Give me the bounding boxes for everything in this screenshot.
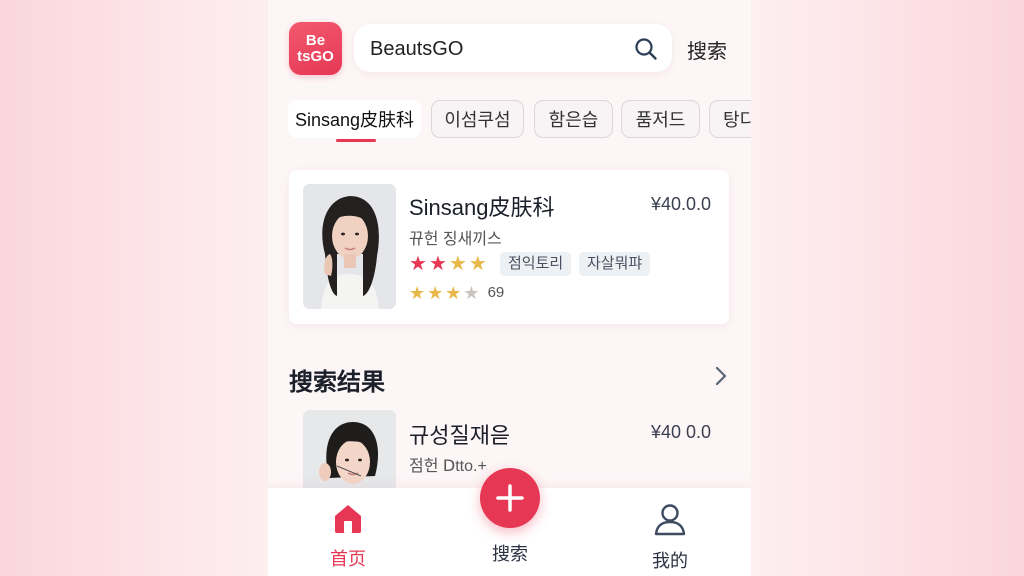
nav-search-label: 搜索: [492, 544, 528, 564]
featured-clinic-card[interactable]: Sinsang皮肤科 ¥40.0.0 뀨헌 징새끼스 ★ ★ ★ ★ 점익토리 …: [289, 170, 729, 324]
add-button[interactable]: [480, 468, 540, 528]
tab-3[interactable]: 함은습: [534, 100, 613, 138]
result-price: ¥40 0.0: [650, 422, 711, 442]
bottom-navigation: 首页 搜索 我的: [268, 468, 751, 576]
star-icon: ★: [427, 283, 444, 303]
nav-home-label: 首页: [330, 549, 366, 569]
star-icon: ★: [468, 253, 487, 275]
plus-icon: [496, 484, 524, 512]
clinic-stars: ★ ★ ★ ★: [409, 254, 487, 274]
nav-home[interactable]: 首页: [308, 502, 388, 571]
result-name: 규성질재읃: [409, 423, 511, 448]
clinic-subtitle: 뀨헌 징새끼스: [409, 231, 502, 248]
star-icon: ★: [448, 253, 467, 275]
star-icon: ★: [463, 283, 480, 303]
clinic-price: ¥40.0.0: [650, 194, 711, 214]
search-bar[interactable]: BeautsGO: [354, 24, 672, 72]
clinic-name: Sinsang皮肤科: [409, 195, 555, 220]
result-subtitle: 점헌 Ⅾtto.+: [409, 458, 487, 475]
section-title: 搜索结果: [289, 369, 385, 396]
user-icon: [654, 504, 686, 536]
clinic-tag: 점익토리: [500, 252, 572, 276]
tab-5[interactable]: 탕디: [709, 100, 751, 138]
app-logo[interactable]: Be tsGO: [289, 22, 342, 75]
rating-count: 69: [487, 284, 505, 301]
tab-2[interactable]: 이섬쿠섬: [431, 100, 524, 138]
home-icon: [335, 505, 361, 533]
star-icon: ★: [409, 253, 427, 275]
category-tabs: Sinsang皮肤科 이섬쿠섬 함은습 품저드 탕디: [288, 100, 751, 142]
search-input[interactable]: BeautsGO: [370, 38, 463, 61]
clinic-rating: ★ ★ ★ ★ 69: [409, 284, 504, 302]
chevron-right-icon[interactable]: [714, 365, 728, 387]
doctor-avatar: [303, 184, 396, 309]
tab-4[interactable]: 품저드: [621, 100, 700, 138]
star-icon: ★: [409, 283, 426, 303]
search-icon[interactable]: [634, 37, 658, 61]
nav-profile-label: 我的: [652, 551, 688, 571]
search-button[interactable]: 搜索: [687, 35, 727, 64]
active-tab-indicator: [336, 139, 376, 142]
nav-profile[interactable]: 我的: [630, 502, 710, 573]
star-icon: ★: [428, 253, 447, 275]
phone-screen: Be tsGO BeautsGO 搜索 Sinsang皮肤科 이섬쿠섬 함은습 …: [268, 0, 751, 576]
star-icon: ★: [445, 283, 462, 303]
nav-search[interactable]: 搜索: [470, 528, 550, 566]
clinic-tag: 자살뭐퍄: [579, 252, 651, 276]
tab-sinsang[interactable]: Sinsang皮肤科: [288, 100, 421, 138]
